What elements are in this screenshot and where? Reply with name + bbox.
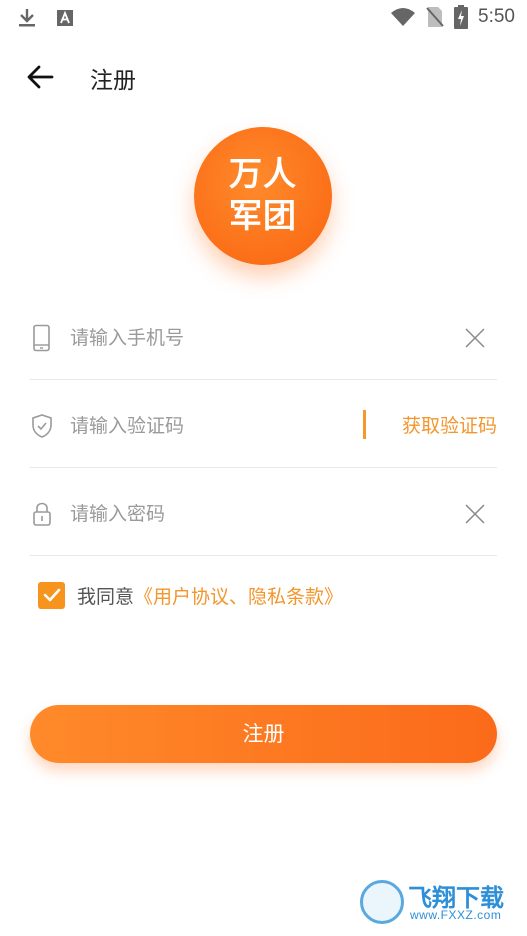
- watermark-url: www.FXXZ.com: [410, 908, 502, 922]
- wifi-icon: [391, 8, 416, 26]
- vcode-input[interactable]: [70, 410, 350, 442]
- agreement-row: 我同意 《用户协议、隐私条款》: [38, 580, 343, 610]
- phone-row: [30, 292, 497, 380]
- phone-icon: [33, 324, 50, 352]
- password-input[interactable]: [70, 498, 450, 530]
- lock-icon: [33, 502, 51, 526]
- logo-text: 万人 军团: [194, 153, 332, 237]
- back-button[interactable]: [24, 62, 58, 92]
- agreement-prefix: 我同意: [77, 585, 135, 608]
- agree-checkbox[interactable]: [38, 581, 65, 609]
- get-vcode-button[interactable]: 获取验证码: [402, 411, 497, 438]
- font-app-icon: [57, 10, 73, 26]
- agreement-link[interactable]: 《用户协议、隐私条款》: [134, 582, 343, 609]
- logo-line-2: 军团: [229, 196, 297, 235]
- status-bar: 5:50: [0, 0, 527, 36]
- download-icon: [19, 9, 35, 27]
- logo-line-1: 万人: [229, 154, 297, 193]
- arrow-left-icon: [27, 65, 54, 89]
- phone-input[interactable]: [70, 322, 450, 354]
- phone-clear-button[interactable]: [463, 326, 487, 350]
- status-left: [18, 8, 74, 28]
- watermark-logo: 飞翔下载 www.FXXZ.com: [360, 876, 520, 928]
- status-time: 5:50: [478, 6, 515, 27]
- battery-charging-icon: [454, 5, 469, 29]
- header: 注册: [0, 48, 527, 104]
- vcode-divider: [363, 410, 366, 439]
- check-icon: [43, 588, 60, 602]
- app-logo: 万人 军团: [194, 127, 332, 265]
- no-sim-icon: [426, 7, 444, 27]
- vcode-row: 获取验证码: [30, 380, 497, 468]
- status-right: 5:50: [390, 5, 515, 29]
- register-button[interactable]: 注册: [30, 705, 497, 763]
- watermark-emblem-icon: [360, 880, 404, 924]
- password-clear-button[interactable]: [463, 502, 487, 526]
- page-title: 注册: [90, 68, 136, 94]
- password-row: [30, 468, 497, 556]
- shield-check-icon: [32, 414, 52, 438]
